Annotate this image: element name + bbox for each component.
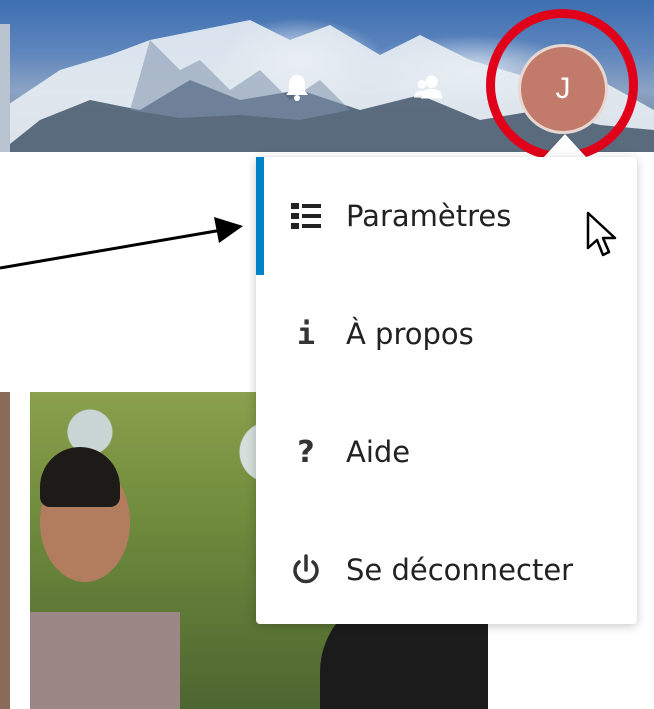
bell-icon[interactable] bbox=[282, 72, 312, 102]
header-banner: J bbox=[0, 0, 654, 152]
power-icon bbox=[286, 550, 326, 590]
menu-item-label: Paramètres bbox=[346, 199, 512, 233]
user-menu: Paramètres i À propos ? Aide Se déconnec… bbox=[256, 157, 637, 624]
menu-caret bbox=[543, 134, 587, 158]
menu-item-help[interactable]: ? Aide bbox=[256, 393, 637, 511]
menu-item-logout[interactable]: Se déconnecter bbox=[256, 511, 637, 629]
mouse-cursor-icon bbox=[586, 211, 617, 257]
help-icon: ? bbox=[297, 434, 315, 470]
photo-edge bbox=[0, 392, 10, 709]
settings-list-icon bbox=[286, 196, 326, 236]
menu-item-settings[interactable]: Paramètres bbox=[256, 157, 637, 275]
contacts-icon[interactable] bbox=[414, 72, 444, 102]
menu-item-about[interactable]: i À propos bbox=[256, 275, 637, 393]
page-edge bbox=[0, 24, 10, 152]
menu-item-label: Aide bbox=[346, 435, 411, 469]
menu-item-label: À propos bbox=[346, 317, 474, 351]
menu-item-label: Se déconnecter bbox=[346, 553, 574, 587]
info-icon: i bbox=[296, 316, 316, 352]
user-avatar[interactable]: J bbox=[518, 44, 608, 134]
avatar-initial: J bbox=[555, 72, 571, 105]
